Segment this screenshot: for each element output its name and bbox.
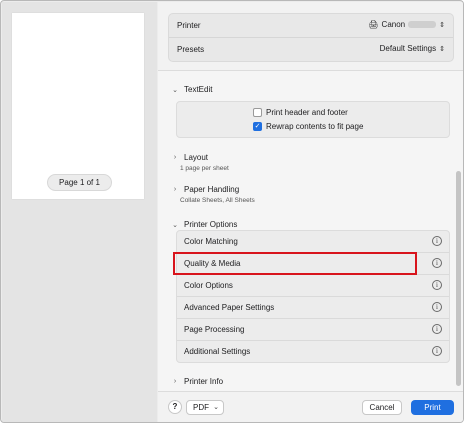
option-label: Page Processing: [184, 325, 245, 334]
info-icon[interactable]: i: [432, 346, 442, 356]
header-footer-checkbox[interactable]: [253, 108, 262, 117]
page-preview: [12, 13, 144, 199]
presets-row[interactable]: Presets Default Settings ⇕: [169, 38, 453, 62]
chevron-down-icon: ⌄: [213, 404, 219, 411]
info-icon[interactable]: i: [432, 236, 442, 246]
paper-handling-summary: Collate Sheets, All Sheets: [180, 197, 255, 204]
chevron-right-icon: ›: [173, 378, 177, 385]
chevron-updown-icon: ⇕: [439, 21, 445, 29]
layout-title: Layout: [184, 153, 209, 162]
textedit-title: TextEdit: [184, 85, 213, 94]
info-icon[interactable]: i: [432, 324, 442, 334]
info-icon[interactable]: i: [432, 302, 442, 312]
preview-pane: Page 1 of 1: [2, 2, 157, 422]
printer-icon: 🖨: [368, 20, 379, 29]
pdf-menu-button[interactable]: PDF ⌄: [186, 400, 224, 415]
printer-options-section-header[interactable]: ⌄ Printer Options: [172, 220, 237, 229]
presets-value: Default Settings: [379, 44, 437, 53]
info-icon[interactable]: i: [432, 258, 442, 268]
printer-presets-box: Printer 🖨 Canon ⇕ Presets Default Settin…: [168, 13, 454, 62]
option-advanced-paper-settings[interactable]: Advanced Paper Settings i: [177, 297, 449, 319]
option-label: Additional Settings: [184, 347, 251, 356]
page-count-label: Page 1 of 1: [47, 174, 112, 191]
info-icon[interactable]: i: [432, 280, 442, 290]
printer-info-title: Printer Info: [184, 377, 224, 386]
textedit-section-header[interactable]: ⌄ TextEdit: [172, 85, 212, 94]
rewrap-checkbox[interactable]: ✓: [253, 122, 262, 131]
printer-select[interactable]: 🖨 Canon ⇕: [368, 20, 445, 29]
layout-section-header[interactable]: › Layout: [172, 153, 208, 162]
presets-select[interactable]: Default Settings ⇕: [380, 44, 445, 53]
printer-name-blurred: [408, 21, 437, 28]
quality-media-highlight: [173, 252, 417, 275]
dialog-footer: ? PDF ⌄ Cancel Print: [158, 391, 463, 422]
paper-handling-section-header[interactable]: › Paper Handling: [172, 185, 239, 194]
chevron-updown-icon: ⇕: [439, 45, 445, 53]
chevron-right-icon: ›: [173, 186, 177, 193]
cancel-button[interactable]: Cancel: [362, 400, 402, 415]
rewrap-label: Rewrap contents to fit page: [266, 122, 364, 131]
settings-pane: Printer 🖨 Canon ⇕ Presets Default Settin…: [158, 2, 463, 422]
rewrap-option[interactable]: ✓ Rewrap contents to fit page: [253, 122, 363, 131]
pdf-label: PDF: [193, 403, 209, 412]
chevron-down-icon: ⌄: [172, 221, 178, 229]
printer-value: Canon: [381, 20, 406, 29]
option-label: Color Matching: [184, 237, 238, 246]
option-color-options[interactable]: Color Options i: [177, 275, 449, 297]
printer-info-section-header[interactable]: › Printer Info: [172, 377, 223, 386]
print-dialog: Page 1 of 1 Printer 🖨 Canon ⇕ Presets De…: [0, 0, 464, 423]
header-footer-label: Print header and footer: [266, 108, 348, 117]
chevron-right-icon: ›: [173, 154, 177, 161]
option-label: Advanced Paper Settings: [184, 303, 275, 312]
scrollbar-thumb[interactable]: [456, 171, 461, 386]
printer-options-list: Color Matching i Quality & Media i Color…: [176, 230, 450, 363]
printer-row[interactable]: Printer 🖨 Canon ⇕: [169, 14, 453, 38]
presets-label: Presets: [177, 45, 205, 54]
printer-options-title: Printer Options: [184, 220, 238, 229]
printer-label: Printer: [177, 21, 201, 30]
chevron-down-icon: ⌄: [172, 86, 178, 94]
option-page-processing[interactable]: Page Processing i: [177, 319, 449, 341]
help-button[interactable]: ?: [168, 400, 182, 414]
paper-handling-title: Paper Handling: [184, 185, 240, 194]
option-additional-settings[interactable]: Additional Settings i: [177, 341, 449, 363]
option-label: Color Options: [184, 281, 233, 290]
layout-summary: 1 page per sheet: [180, 165, 229, 172]
option-color-matching[interactable]: Color Matching i: [177, 231, 449, 253]
options-scroll-area[interactable]: ⌄ TextEdit Print header and footer ✓ Rew…: [158, 71, 463, 391]
textedit-options-box: Print header and footer ✓ Rewrap content…: [176, 101, 450, 138]
print-button[interactable]: Print: [411, 400, 454, 415]
header-footer-option[interactable]: Print header and footer: [253, 108, 348, 117]
